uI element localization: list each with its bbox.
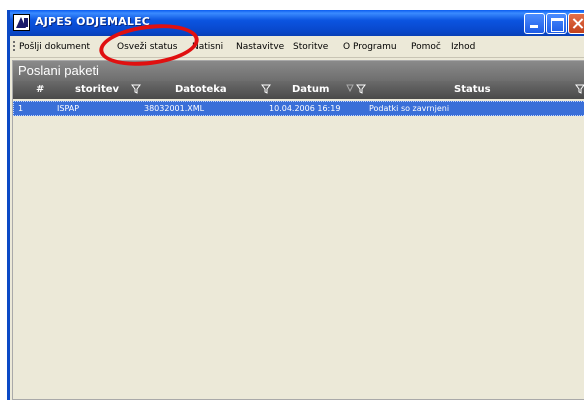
menu-item-poslji-dokument[interactable]: Pošlji dokument — [19, 42, 90, 52]
panel-title: Poslani paketi — [18, 63, 99, 78]
table-header: # storitev Datoteka Datum Status — [13, 81, 584, 99]
menu-bar: Pošlji dokument Osveži status Natisni Na… — [10, 36, 584, 58]
menu-item-pomoc[interactable]: Pomoč — [411, 42, 441, 52]
cell-date: 10.04.2006 16:19 — [269, 104, 341, 113]
client-area: Pošlji dokument Osveži status Natisni Na… — [10, 36, 584, 400]
app-window: AJPES ODJEMALEC Pošlji dokument Osveži s… — [7, 10, 584, 400]
menu-item-nastavitve[interactable]: Nastavitve — [236, 42, 284, 52]
title-bar[interactable]: AJPES ODJEMALEC — [10, 10, 584, 36]
menu-item-storitve[interactable]: Storitve — [293, 42, 328, 52]
menu-item-osvezi-status[interactable]: Osveži status — [117, 42, 177, 52]
cell-status: Podatki so zavrnjeni — [369, 104, 450, 113]
column-header-datoteka[interactable]: Datoteka — [175, 84, 227, 95]
window-title: AJPES ODJEMALEC — [35, 15, 151, 28]
menu-item-natisni[interactable]: Natisni — [192, 42, 223, 52]
app-icon — [13, 14, 30, 31]
sent-packages-panel: Poslani paketi # storitev Datoteka Datum — [12, 60, 584, 400]
menu-item-o-programu[interactable]: O Programu — [343, 42, 397, 52]
minimize-button[interactable] — [524, 13, 545, 34]
column-header-status[interactable]: Status — [454, 84, 491, 95]
cell-file: 38032001.XML — [144, 104, 205, 113]
maximize-button[interactable] — [546, 13, 567, 34]
panel-header: Poslani paketi — [13, 61, 584, 81]
toolbar-grip-icon[interactable] — [13, 41, 15, 53]
close-button[interactable] — [568, 13, 584, 34]
column-header-number[interactable]: # — [36, 84, 44, 95]
column-header-storitev[interactable]: storitev — [75, 84, 119, 95]
table-row[interactable]: 1 ISPAP 38032001.XML 10.04.2006 16:19 Po… — [13, 101, 584, 116]
menu-item-izhod[interactable]: Izhod — [451, 42, 475, 52]
cell-service: ISPAP — [57, 104, 80, 113]
column-header-datum[interactable]: Datum — [292, 84, 329, 95]
cell-number: 1 — [18, 104, 24, 113]
